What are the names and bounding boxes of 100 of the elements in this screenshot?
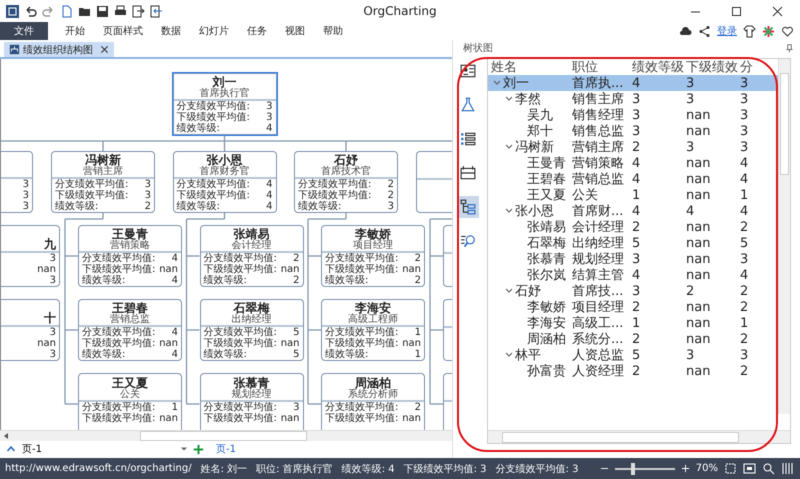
document-tab[interactable]: 绩效组织结构图: [4, 42, 114, 57]
org-card[interactable]: 李海安 高级工程师 分支绩效平均值: 1 下级绩效平均值: nan 绩效等级: 1: [321, 299, 425, 361]
metric-label: 绩效等级:: [82, 349, 126, 360]
org-card[interactable]: 十 3 nan 3: [1, 299, 60, 361]
menu-item[interactable]: 帮助: [314, 22, 352, 40]
org-card[interactable]: 冯树新 营销主席 分支绩效平均值: 3 下级绩效平均值: 3 绩效等级: 2: [51, 151, 155, 213]
org-card[interactable]: 周涵柏 系统分析师 分支绩效平均值: 2 下级绩效平均值: nan: [321, 373, 425, 430]
metric-label: 分支绩效平均值:: [298, 179, 372, 190]
org-card[interactable]: 九 3 nan 3: [1, 225, 60, 287]
tree-row[interactable]: 李然 销售主席 3 3 3: [488, 91, 778, 107]
metric-value: 3: [266, 101, 272, 112]
metric-value: 3: [22, 179, 29, 190]
column-header[interactable]: 绩效等级: [632, 59, 686, 76]
job-title: 首席技术官: [321, 167, 371, 177]
menu-item[interactable]: 任务: [238, 22, 276, 40]
tree-row[interactable]: 石翠梅 出纳经理 5 nan 5: [488, 235, 778, 251]
scroll-left-icon[interactable]: [2, 432, 10, 440]
org-card[interactable]: 王又夏 公关 分支绩效平均值: 1 下级绩效平均值: nan: [78, 373, 182, 430]
tree-row[interactable]: 张小恩 首席财... 4 4 4: [488, 203, 778, 219]
shirt-icon[interactable]: [743, 24, 756, 38]
undo-icon[interactable]: [24, 4, 37, 18]
metric-label: 分支绩效平均值:: [55, 179, 128, 190]
tree-row[interactable]: 王曼青 营销策略 4 nan 4: [488, 155, 778, 171]
zoom-in-icon[interactable]: [680, 464, 690, 473]
job-title: 项目经理: [353, 241, 393, 251]
org-card[interactable]: 张慕青 规划经理 分支绩效平均值: 3 下级绩效平均值: nan: [200, 373, 304, 430]
tree-row[interactable]: 王碧春 营销总监 4 nan 4: [488, 171, 778, 187]
metric-label: 绩效等级:: [55, 201, 98, 212]
close-icon[interactable]: [771, 4, 784, 18]
tree-row[interactable]: 张靖易 会计经理 2 nan 2: [488, 219, 778, 235]
import-icon[interactable]: [150, 4, 163, 18]
zoom-icon[interactable]: [762, 462, 775, 475]
vertical-scrollbar[interactable]: [778, 59, 790, 414]
tree-row[interactable]: 李敏娇 项目经理 2 nan 2: [488, 299, 778, 315]
menu-item[interactable]: 文件: [0, 22, 48, 40]
export-icon[interactable]: [132, 4, 145, 18]
tree-row[interactable]: 张慕青 规划经理 3 nan 3: [488, 251, 778, 267]
menu-item[interactable]: 开始: [56, 22, 94, 40]
website-link[interactable]: http://www.edrawsoft.cn/orgcharting/: [5, 463, 192, 474]
org-card[interactable]: 石翠梅 出纳经理 分支绩效平均值: 5 下级绩效平均值: nan 绩效等级: 5: [200, 299, 304, 361]
new-file-icon[interactable]: [60, 4, 73, 18]
column-header[interactable]: 姓名: [488, 59, 572, 76]
share-icon[interactable]: [698, 24, 711, 38]
print-icon[interactable]: [114, 4, 127, 18]
tree-row[interactable]: 冯树新 营销主席 2 3 3: [488, 139, 778, 155]
tree-row[interactable]: 孙富贵 人资经理 2 nan 2: [488, 363, 778, 379]
tree-cell-text: 4: [632, 156, 642, 170]
metric-label: 分支绩效平均值:: [204, 402, 277, 413]
tree-cell-text: 3: [686, 348, 696, 362]
page-dropdown[interactable]: 页-1: [22, 442, 187, 456]
pin-icon[interactable]: [785, 44, 794, 52]
tree-row[interactable]: 林平 人资总监 5 3 3: [488, 347, 778, 363]
tree-row[interactable]: 郑十 销售总监 3 nan 3: [488, 123, 778, 139]
panel-tool-button[interactable]: [457, 196, 479, 218]
org-card[interactable]: 石妤 首席技术官 分支绩效平均值: 2 下级绩效平均值: 2 绩效等级: 3: [294, 151, 398, 213]
org-card[interactable]: 刘一 首席执行官 分支绩效平均值: 3 下级绩效平均值: 3 绩效等级: 4: [172, 73, 276, 135]
metric-value: 4: [172, 349, 178, 360]
tree-row[interactable]: 周涵柏 系统分... 2 nan 2: [488, 331, 778, 347]
tree-cell-text: 会计经理: [572, 219, 625, 236]
tree-row[interactable]: 张尔岚 结算主管 4 nan 4: [488, 267, 778, 283]
menu-item[interactable]: 视图: [276, 22, 314, 40]
sparkle-icon[interactable]: [762, 24, 775, 38]
page-tab[interactable]: 页-1: [210, 441, 242, 457]
org-card[interactable]: 3 3 3: [1, 151, 33, 213]
fit-width-icon[interactable]: [743, 462, 756, 475]
cloud-icon[interactable]: [679, 24, 692, 38]
tree-cell-text: nan: [686, 220, 712, 234]
redo-icon[interactable]: [42, 4, 55, 18]
tree-cell-text: 吴九: [527, 107, 553, 124]
menu-item[interactable]: 数据: [152, 22, 190, 40]
chevron-up-icon[interactable]: [6, 444, 16, 454]
job-title: 高级工程师: [348, 315, 398, 325]
tree-cell-text: 2: [740, 220, 750, 234]
tree-row[interactable]: 王又夏 公关 1 nan 1: [488, 187, 778, 203]
org-card[interactable]: 张小恩 首席财务官 分支绩效平均值: 4 下级绩效平均值: 4 绩效等级: 4: [172, 151, 276, 213]
horizontal-scrollbar[interactable]: [488, 430, 790, 443]
add-icon[interactable]: [193, 444, 204, 454]
maximize-icon[interactable]: [730, 4, 743, 18]
column-header[interactable]: 分: [740, 59, 758, 76]
fit-page-icon[interactable]: [724, 462, 737, 475]
menu-item[interactable]: 页面样式: [94, 22, 152, 40]
close-icon[interactable]: [100, 45, 109, 54]
menu-item[interactable]: 幻灯片: [190, 22, 238, 40]
tree-cell-text: 规划经理: [572, 251, 625, 268]
tree-row[interactable]: 刘一 首席执... 4 3 3: [488, 75, 778, 91]
grid-icon[interactable]: [781, 462, 794, 475]
column-header[interactable]: 下级绩效: [686, 59, 740, 76]
heart-icon[interactable]: [781, 24, 794, 38]
org-card[interactable]: 张靖易 会计经理 分支绩效平均值: 2 下级绩效平均值: nan 绩效等级: 2: [200, 225, 304, 287]
org-card[interactable]: 王碧春 营销总监 分支绩效平均值: 4 下级绩效平均值: nan 绩效等级: 4: [78, 299, 182, 361]
login-link[interactable]: 登录: [717, 24, 737, 38]
org-card[interactable]: 王曼青 营销策略 分支绩效平均值: 4 下级绩效平均值: nan 绩效等级: 4: [78, 225, 182, 287]
save-icon[interactable]: [96, 4, 109, 18]
tree-row[interactable]: 吴九 销售经理 3 nan 3: [488, 107, 778, 123]
tree-row[interactable]: 石妤 首席技... 3 2 2: [488, 283, 778, 299]
metric-label: 下级绩效平均值:: [204, 413, 277, 424]
tree-row[interactable]: 李海安 高级工... 1 nan 1: [488, 315, 778, 331]
org-card[interactable]: 李敏娇 项目经理 分支绩效平均值: 2 下级绩效平均值: nan 绩效等级: 2: [321, 225, 425, 287]
horizontal-scrollbar[interactable]: [0, 430, 452, 441]
column-header[interactable]: 职位: [572, 59, 632, 76]
